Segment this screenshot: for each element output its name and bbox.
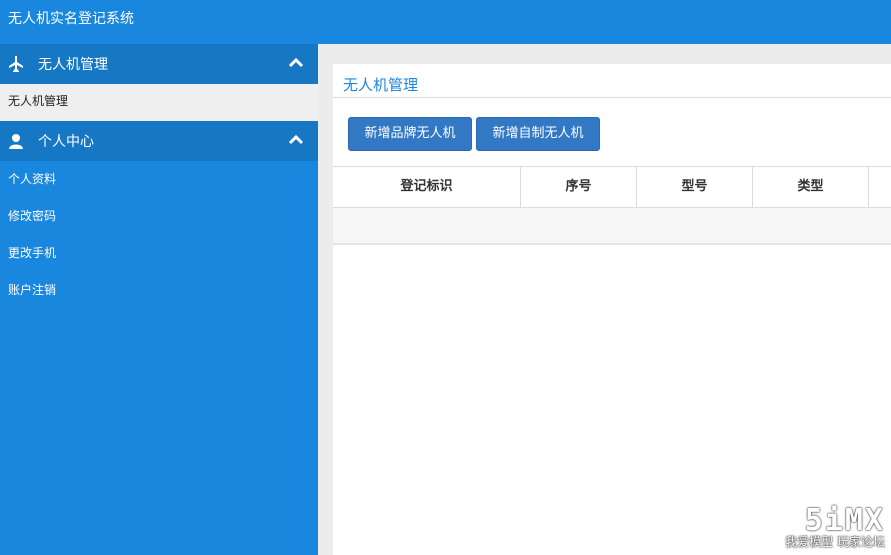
column-header-overflow bbox=[869, 167, 891, 207]
app-header: 无人机实名登记系统 bbox=[0, 0, 891, 44]
sidebar-item-label: 账户注销 bbox=[8, 283, 57, 297]
column-header-model[interactable]: 型号 bbox=[637, 167, 753, 207]
sidebar-section-drone-management[interactable]: 无人机管理 bbox=[0, 44, 318, 84]
sidebar-section-label: 个人中心 bbox=[38, 134, 94, 150]
table-row bbox=[333, 208, 891, 245]
watermark-text: 我爱模型 玩家论坛 bbox=[785, 535, 885, 549]
column-header-registration-id[interactable]: 登记标识 bbox=[333, 167, 521, 207]
app-title: 无人机实名登记系统 bbox=[8, 11, 134, 27]
column-header-type[interactable]: 类型 bbox=[753, 167, 869, 207]
sidebar-item-label: 无人机管理 bbox=[8, 94, 69, 108]
main-panel: 无人机管理 新增品牌无人机 新增自制无人机 登记标识 序号 型号 类型 bbox=[333, 64, 891, 555]
watermark: 5iMX 我爱模型 玩家论坛 bbox=[773, 503, 885, 550]
page-title: 无人机管理 bbox=[343, 76, 419, 94]
chevron-up-icon[interactable] bbox=[288, 133, 304, 149]
chevron-up-icon[interactable] bbox=[288, 56, 304, 72]
user-icon bbox=[1, 133, 31, 149]
sidebar-item-label: 更改手机 bbox=[8, 246, 57, 260]
column-header-serial-number[interactable]: 序号 bbox=[521, 167, 637, 207]
table-header: 登记标识 序号 型号 类型 bbox=[333, 166, 891, 208]
airplane-icon bbox=[1, 56, 31, 72]
sidebar-item-profile[interactable]: 个人资料 bbox=[0, 161, 318, 198]
sidebar-item-change-phone[interactable]: 更改手机 bbox=[0, 235, 318, 272]
divider bbox=[333, 97, 891, 98]
watermark-logo: 5iMX bbox=[804, 503, 885, 538]
add-brand-drone-button[interactable]: 新增品牌无人机 bbox=[348, 117, 472, 151]
sidebar-item-cancel-account[interactable]: 账户注销 bbox=[0, 272, 318, 309]
sidebar-item-label: 修改密码 bbox=[8, 209, 57, 223]
sidebar: 无人机管理 无人机管理 个人中心 个人资料 修改密码 更改手机 账户注销 bbox=[0, 44, 318, 555]
sidebar-section-label: 无人机管理 bbox=[38, 57, 108, 73]
add-custom-drone-button[interactable]: 新增自制无人机 bbox=[476, 117, 600, 151]
sidebar-item-change-password[interactable]: 修改密码 bbox=[0, 198, 318, 235]
sidebar-item-drone-management[interactable]: 无人机管理 bbox=[0, 84, 318, 121]
sidebar-section-personal-center[interactable]: 个人中心 bbox=[0, 121, 318, 161]
sidebar-item-label: 个人资料 bbox=[8, 172, 57, 186]
